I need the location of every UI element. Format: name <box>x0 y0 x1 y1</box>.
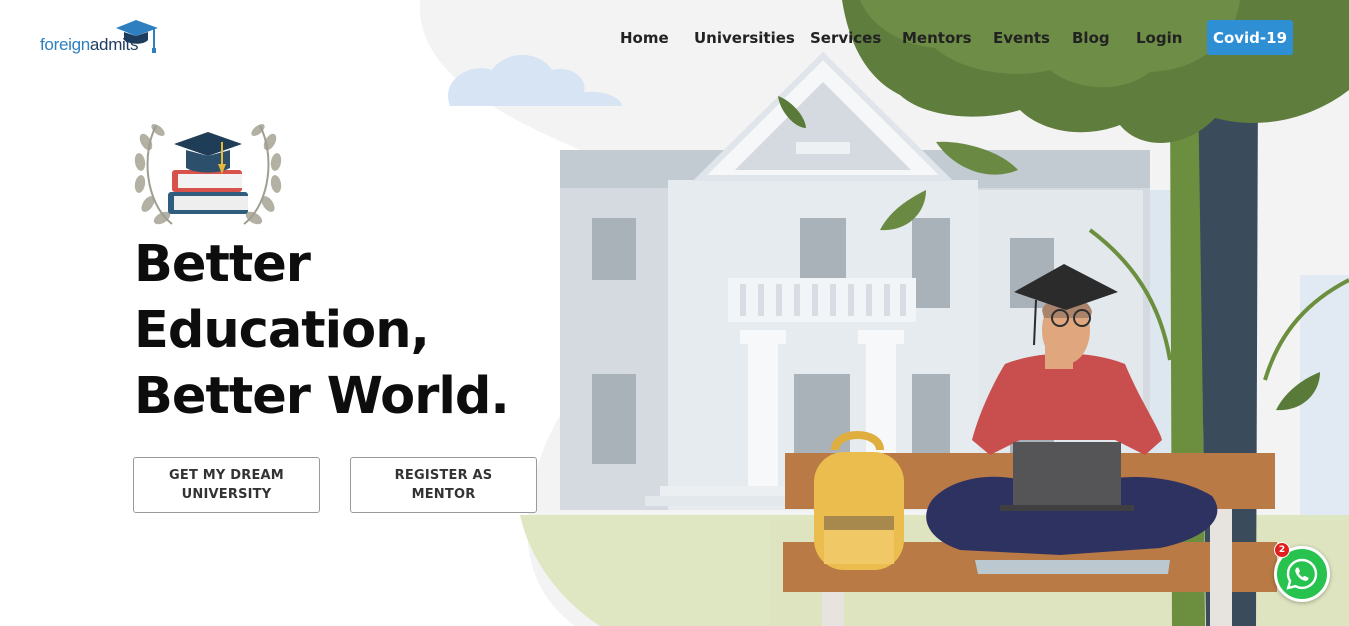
headline-line-3: Better World. <box>134 367 510 426</box>
register-as-mentor-button[interactable]: REGISTER AS MENTOR <box>350 457 537 513</box>
graduation-emblem-icon <box>134 124 282 225</box>
main-nav: Home Universities Services Mentors Event… <box>0 20 1349 56</box>
covid-19-button[interactable]: Covid-19 <box>1207 20 1293 55</box>
get-my-dream-university-button[interactable]: GET MY DREAM UNIVERSITY <box>133 457 320 513</box>
whatsapp-notification-badge: 2 <box>1274 542 1290 558</box>
nav-events[interactable]: Events <box>993 29 1050 47</box>
nav-universities[interactable]: Universities <box>694 29 795 47</box>
whatsapp-icon <box>1286 558 1318 590</box>
nav-services[interactable]: Services <box>810 29 881 47</box>
nav-login[interactable]: Login <box>1136 29 1182 47</box>
headline-line-1: Better <box>134 235 311 294</box>
hero-headline: Better Education, Better World. <box>134 232 510 430</box>
headline-line-2: Education, <box>134 301 430 360</box>
nav-mentors[interactable]: Mentors <box>902 29 972 47</box>
nav-home[interactable]: Home <box>620 29 669 47</box>
nav-blog[interactable]: Blog <box>1072 29 1110 47</box>
